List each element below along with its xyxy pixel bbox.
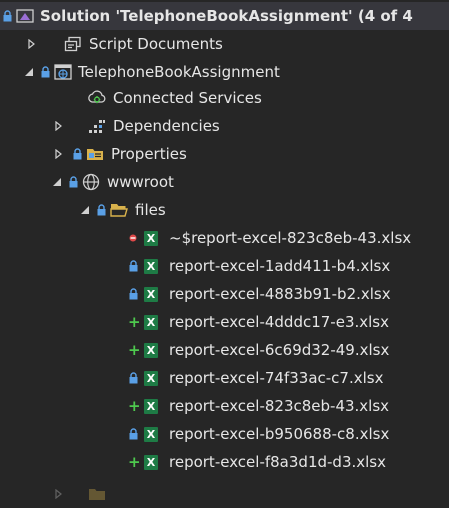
solution-explorer-tree: Solution 'TelephoneBookAssignment' (4 of… xyxy=(0,0,449,505)
file-name: report-excel-4dddc17-e3.xlsx xyxy=(169,313,389,331)
chevron-right-icon[interactable] xyxy=(25,37,39,51)
tree-node-script-documents[interactable]: Script Documents xyxy=(0,30,449,58)
wwwroot-label: wwwroot xyxy=(107,173,174,191)
tree-node-cutoff[interactable] xyxy=(0,480,449,508)
file-row[interactable]: + X report-excel-823c8eb-43.xlsx xyxy=(0,392,449,420)
tree-node-wwwroot[interactable]: wwwroot xyxy=(0,168,449,196)
lock-icon xyxy=(68,175,78,189)
file-name: report-excel-1add411-b4.xlsx xyxy=(169,257,391,275)
chevron-down-icon[interactable] xyxy=(78,203,92,217)
excel-file-icon: X xyxy=(142,313,160,331)
file-row[interactable]: + X report-excel-4dddc17-e3.xlsx xyxy=(0,308,449,336)
file-name: report-excel-6c69d32-49.xlsx xyxy=(169,341,390,359)
tree-node-connected-services[interactable]: Connected Services xyxy=(0,84,449,112)
excel-file-icon: X xyxy=(142,257,160,275)
file-row[interactable]: X report-excel-b950688-c8.xlsx xyxy=(0,420,449,448)
plus-icon: + xyxy=(128,397,141,415)
tree-node-dependencies[interactable]: Dependencies xyxy=(0,112,449,140)
lock-icon xyxy=(128,259,138,273)
lock-icon xyxy=(128,287,138,301)
lock-icon xyxy=(128,427,138,441)
properties-label: Properties xyxy=(111,145,187,163)
script-documents-icon xyxy=(64,35,82,53)
lock-icon xyxy=(2,9,12,23)
connected-services-label: Connected Services xyxy=(113,89,262,107)
excel-file-icon: X xyxy=(142,397,160,415)
file-name: report-excel-b950688-c8.xlsx xyxy=(169,425,390,443)
file-row[interactable]: X report-excel-1add411-b4.xlsx xyxy=(0,252,449,280)
file-name: ~$report-excel-823c8eb-43.xlsx xyxy=(169,229,412,247)
excel-file-icon: X xyxy=(142,341,160,359)
open-folder-icon xyxy=(110,201,128,219)
connected-services-icon xyxy=(88,89,106,107)
properties-folder-icon xyxy=(86,145,104,163)
lock-icon xyxy=(72,147,82,161)
file-name: report-excel-4883b91-b2.xlsx xyxy=(169,285,391,303)
solution-icon xyxy=(16,7,34,25)
file-name: report-excel-74f33ac-c7.xlsx xyxy=(169,369,384,387)
tree-node-files-folder[interactable]: files xyxy=(0,196,449,224)
chevron-right-icon[interactable] xyxy=(52,487,66,501)
file-row[interactable]: + X report-excel-f8a3d1d-d3.xlsx xyxy=(0,448,449,476)
file-name: report-excel-823c8eb-43.xlsx xyxy=(169,397,390,415)
excel-file-icon: X xyxy=(142,229,160,247)
file-row[interactable]: X report-excel-74f33ac-c7.xlsx xyxy=(0,364,449,392)
lock-icon xyxy=(40,65,50,79)
file-row[interactable]: X ~$report-excel-823c8eb-43.xlsx xyxy=(0,224,449,252)
excel-file-icon: X xyxy=(142,285,160,303)
solution-node[interactable]: Solution 'TelephoneBookAssignment' (4 of… xyxy=(0,2,449,30)
globe-icon xyxy=(82,173,100,191)
script-documents-label: Script Documents xyxy=(89,35,223,53)
web-project-icon xyxy=(54,63,72,81)
excel-file-icon: X xyxy=(142,425,160,443)
solution-label: Solution 'TelephoneBookAssignment' (4 of… xyxy=(40,7,413,25)
lock-icon xyxy=(128,371,138,385)
tree-node-properties[interactable]: Properties xyxy=(0,140,449,168)
project-label: TelephoneBookAssignment xyxy=(78,63,280,81)
dependencies-label: Dependencies xyxy=(113,117,220,135)
plus-icon: + xyxy=(128,341,141,359)
file-name: report-excel-f8a3d1d-d3.xlsx xyxy=(169,453,386,471)
chevron-down-icon[interactable] xyxy=(50,175,64,189)
excel-file-icon: X xyxy=(142,453,160,471)
chevron-down-icon[interactable] xyxy=(22,65,36,79)
plus-icon: + xyxy=(128,453,141,471)
file-row[interactable]: + X report-excel-6c69d32-49.xlsx xyxy=(0,336,449,364)
files-folder-label: files xyxy=(135,201,166,219)
lock-icon xyxy=(96,203,106,217)
excluded-status-icon xyxy=(128,234,138,242)
plus-icon: + xyxy=(128,313,141,331)
folder-icon xyxy=(88,485,106,503)
tree-node-project[interactable]: TelephoneBookAssignment xyxy=(0,58,449,86)
chevron-right-icon[interactable] xyxy=(52,119,66,133)
file-row[interactable]: X report-excel-4883b91-b2.xlsx xyxy=(0,280,449,308)
dependencies-icon xyxy=(88,117,106,135)
chevron-right-icon[interactable] xyxy=(52,147,66,161)
excel-file-icon: X xyxy=(142,369,160,387)
